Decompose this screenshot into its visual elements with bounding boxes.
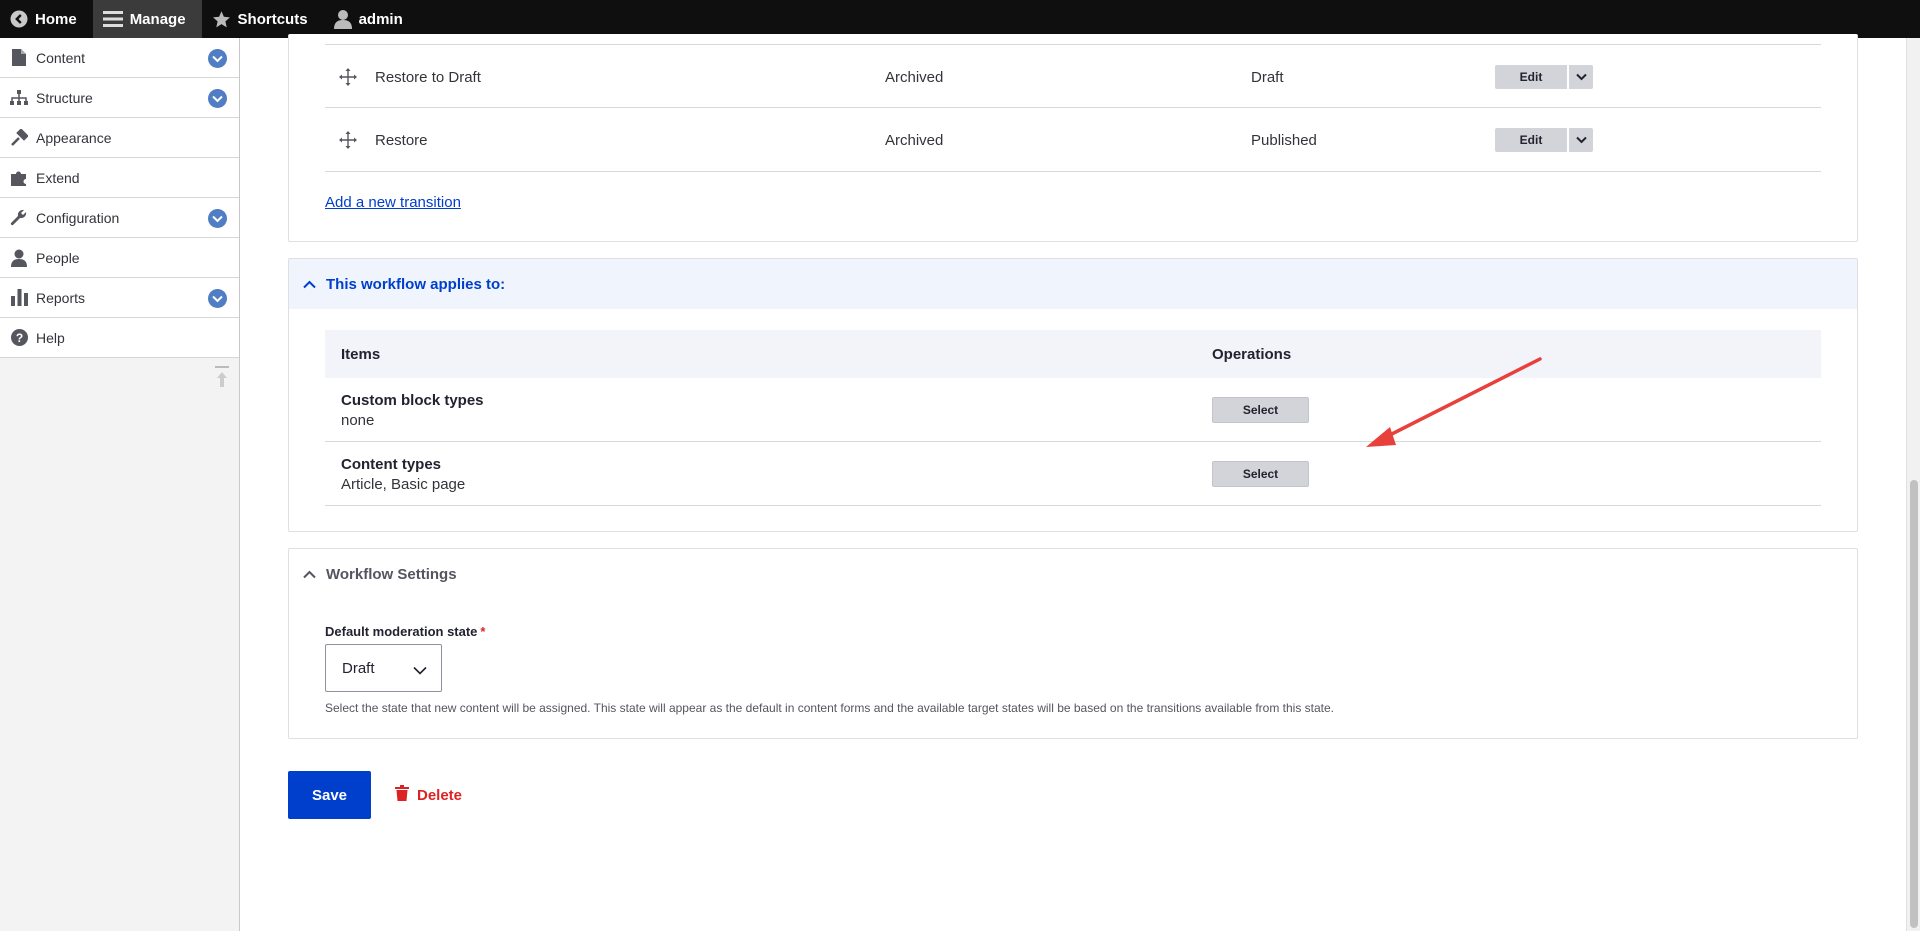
save-button[interactable]: Save (288, 771, 371, 819)
user-icon (333, 9, 352, 29)
item-description: none (341, 412, 375, 429)
table-header: Items Operations (325, 330, 1821, 378)
drag-handle-icon[interactable] (339, 68, 357, 90)
chevron-down-icon[interactable] (208, 89, 227, 108)
column-header-items: Items (341, 345, 381, 363)
scrollbar-thumb[interactable] (1910, 480, 1918, 928)
chevron-down-icon[interactable] (208, 49, 227, 68)
paintbrush-icon (10, 128, 28, 147)
settings-summary-toggle[interactable]: Workflow Settings (289, 549, 1857, 599)
applies-summary-toggle[interactable]: This workflow applies to: (289, 259, 1857, 309)
svg-text:?: ? (15, 331, 22, 345)
trash-icon (395, 785, 409, 805)
toolbar-home-link[interactable]: Home (0, 0, 93, 38)
transitions-card: Restore to Draft Archived Draft Edit Res… (288, 34, 1858, 242)
sidebar-item-label: Reports (36, 289, 86, 306)
chevron-up-icon (303, 566, 316, 583)
sidebar-item-help[interactable]: ? Help (0, 318, 239, 358)
sidebar-item-structure[interactable]: Structure (0, 78, 239, 118)
workflow-applies-card: This workflow applies to: Items Operatio… (288, 258, 1858, 532)
add-transition-link[interactable]: Add a new transition (325, 194, 461, 211)
default-moderation-state-select[interactable]: Draft (325, 644, 442, 692)
sidebar-item-label: Extend (36, 169, 80, 186)
sidebar-item-label: Structure (36, 89, 93, 106)
sidebar-item-appearance[interactable]: Appearance (0, 118, 239, 158)
field-label: Default moderation state * (325, 624, 485, 639)
transition-label: Restore to Draft (375, 68, 481, 86)
item-title: Content types (341, 456, 442, 473)
hamburger-icon (102, 10, 123, 28)
toolbar-shortcuts-label: Shortcuts (237, 10, 308, 28)
table-row: Content types Article, Basic page Select (325, 442, 1821, 506)
help-icon: ? (10, 329, 28, 347)
chevron-left-circle-icon (10, 10, 28, 28)
transition-label: Restore (375, 131, 428, 149)
sidebar-item-label: Configuration (36, 209, 120, 226)
admin-sidebar: Content Structure Appearance Extend Conf… (0, 38, 240, 931)
select-button[interactable]: Select (1212, 461, 1309, 487)
chevron-down-icon[interactable] (208, 289, 227, 308)
field-label-text: Default moderation state (325, 624, 478, 639)
sidebar-orientation-toggle[interactable] (215, 365, 229, 393)
column-header-operations: Operations (1212, 345, 1292, 363)
operations-dropbutton: Edit (1495, 65, 1593, 89)
sidebar-item-label: Appearance (36, 129, 112, 146)
chevron-down-icon[interactable] (1569, 65, 1593, 89)
required-marker: * (480, 624, 486, 639)
toolbar-user-label: admin (358, 10, 403, 28)
toolbar-user-tab[interactable]: admin (324, 0, 419, 38)
sidebar-item-reports[interactable]: Reports (0, 278, 239, 318)
drag-handle-icon[interactable] (339, 131, 357, 153)
chevron-up-icon (303, 276, 316, 293)
table-row: Restore Archived Published Edit (325, 108, 1821, 172)
workflow-settings-card: Workflow Settings Default moderation sta… (288, 548, 1858, 739)
edit-button[interactable]: Edit (1495, 65, 1567, 89)
sidebar-item-content[interactable]: Content (0, 38, 239, 78)
main-content: Restore to Draft Archived Draft Edit Res… (241, 34, 1906, 931)
admin-toolbar: Home Manage Shortcuts admin (0, 0, 1920, 38)
transition-from: Archived (885, 68, 944, 86)
sidebar-item-label: Content (36, 49, 86, 66)
sitemap-icon (10, 89, 28, 107)
file-icon (10, 49, 28, 67)
table-row: Restore to Draft Archived Draft Edit (325, 44, 1821, 108)
star-icon (212, 10, 231, 29)
item-description: Article, Basic page (341, 476, 466, 493)
puzzle-icon (10, 169, 28, 187)
item-title: Custom block types (341, 392, 484, 409)
page-scrollbar[interactable] (1906, 38, 1920, 931)
sidebar-item-people[interactable]: People (0, 238, 239, 278)
sidebar-item-label: Help (36, 329, 65, 346)
sidebar-item-extend[interactable]: Extend (0, 158, 239, 198)
chevron-down-icon[interactable] (1569, 128, 1593, 152)
person-icon (10, 249, 28, 267)
toolbar-home-label: Home (35, 10, 77, 28)
select-button[interactable]: Select (1212, 397, 1309, 423)
chevron-down-icon[interactable] (208, 209, 227, 228)
collapse-arrow-icon (215, 365, 229, 393)
toolbar-manage-tab[interactable]: Manage (92, 0, 202, 38)
delete-link[interactable]: Delete (395, 771, 462, 819)
table-row: Custom block types none Select (325, 378, 1821, 442)
settings-summary-label: Workflow Settings (326, 565, 457, 583)
wrench-icon (10, 209, 28, 227)
field-description: Select the state that new content will b… (325, 701, 1335, 715)
transition-to: Published (1251, 131, 1317, 149)
operations-dropbutton: Edit (1495, 128, 1593, 152)
applies-table: Items Operations Custom block types none… (325, 330, 1821, 506)
delete-label: Delete (417, 786, 463, 804)
chevron-down-icon (413, 662, 427, 679)
transition-to: Draft (1251, 68, 1284, 86)
toolbar-shortcuts-tab[interactable]: Shortcuts (202, 0, 324, 38)
sidebar-item-label: People (36, 249, 80, 266)
transition-from: Archived (885, 131, 944, 149)
sidebar-item-configuration[interactable]: Configuration (0, 198, 239, 238)
toolbar-manage-label: Manage (129, 10, 186, 28)
selected-value: Draft (342, 659, 375, 677)
bar-chart-icon (10, 289, 28, 307)
edit-button[interactable]: Edit (1495, 128, 1567, 152)
applies-summary-label: This workflow applies to: (326, 275, 506, 293)
